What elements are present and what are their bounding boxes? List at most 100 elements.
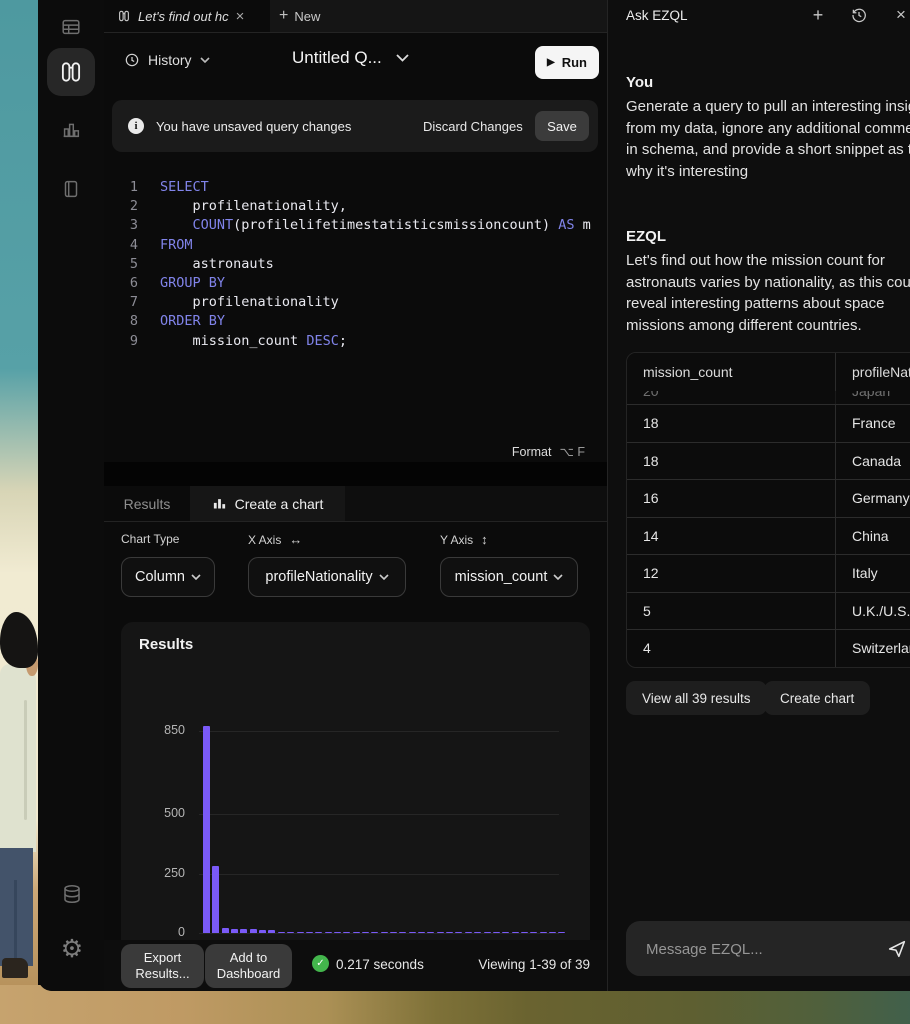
chart-bar [381,932,388,933]
create-chart-tab-label: Create a chart [235,496,324,512]
chart-bar [390,932,397,933]
chart-bar [231,929,238,933]
tab-create-a-chart[interactable]: Create a chart [190,486,345,521]
close-panel-icon[interactable]: × [892,6,910,24]
new-chat-icon[interactable]: + [809,6,827,24]
you-message-label: You [626,74,653,91]
chart-bar [287,932,294,933]
add-to-dashboard-button[interactable]: Add to Dashboard [205,944,292,988]
code-line: 5 astronauts [104,255,607,274]
close-tab-icon[interactable]: × [236,9,245,24]
format-shortcut: ⌥ F [559,444,585,459]
you-message-text: Generate a query to pull an interesting … [626,96,910,182]
person-shirt [0,664,36,852]
history-dropdown[interactable]: History [124,52,210,68]
table-row: 14China [627,517,910,555]
chart-type-select[interactable]: Column [121,557,215,597]
x-axis-select[interactable]: profileNationality [248,557,406,597]
chart-bar [278,932,285,933]
sql-editor[interactable]: 1SELECT2 profilenationality,3 COUNT(prof… [104,178,607,351]
y-axis-select[interactable]: mission_count [440,557,578,597]
status-bar: Export Results... Add to Dashboard ✓ 0.2… [104,940,607,991]
chat-history-icon[interactable] [850,6,868,24]
chart-bar [530,932,537,933]
chart-bar [446,932,453,933]
chart-bar [306,932,313,933]
view-all-results-button[interactable]: View all 39 results [626,681,767,715]
export-results-button[interactable]: Export Results... [121,944,204,988]
gridline [199,874,559,875]
person-hair [0,612,38,668]
app-window: ⚙ Let's find out hc × + New [38,0,910,991]
chart-bar [240,929,247,933]
panel-title: Ask EZQL [626,8,688,23]
bar-chart-icon[interactable] [60,118,82,140]
y-tick-label: 850 [141,723,185,737]
info-icon: i [128,118,144,134]
person-leg-gap [14,880,17,966]
chart-bar [371,932,378,933]
code-line: 6GROUP BY [104,274,607,293]
chart-bar [484,932,491,933]
person-arm [24,700,27,820]
table-header-row: mission_count profileNationality [627,353,910,391]
code-line: 1SELECT [104,178,607,197]
person-shoe [2,958,28,978]
tab-active-query[interactable]: Let's find out hc × [104,0,270,32]
new-tab-button[interactable]: + New [279,0,320,32]
chart-bar [493,932,500,933]
code-line: 8ORDER BY [104,312,607,331]
tab-results[interactable]: Results [104,486,190,521]
chart-bar [549,932,556,933]
chart-bar [325,932,332,933]
chart-bar [512,932,519,933]
editor-results-divider [104,462,607,486]
chart-bar [212,866,219,933]
binoculars-icon-active[interactable] [47,48,95,96]
chart-bar [409,932,416,933]
chart-bar [343,932,350,933]
format-label: Format [512,445,552,459]
chart-bar [418,932,425,933]
table-icon[interactable] [60,16,82,38]
unsaved-changes-banner: i You have unsaved query changes Discard… [112,100,598,152]
chart-bar [334,932,341,933]
tab-bar: Let's find out hc × + New [104,0,607,33]
tab-label: Let's find out hc [138,9,229,24]
chart-type-label: Chart Type [121,532,179,546]
run-button[interactable]: ▶ Run [535,46,599,79]
notebook-icon[interactable] [60,178,82,200]
database-icon[interactable] [60,882,82,904]
code-line: 4FROM [104,236,607,255]
screen: ⚙ Let's find out hc × + New [0,0,910,1024]
chart-bar [558,932,565,933]
chart-bar [399,932,406,933]
create-chart-button[interactable]: Create chart [764,681,870,715]
query-toolbar: History Untitled Q... ▶ Run [104,32,607,92]
query-duration: 0.217 seconds [336,957,424,972]
background-illustration-left [0,0,38,1024]
chart-bar [455,932,462,933]
message-input[interactable] [644,921,878,978]
chart-bar [297,932,304,933]
sidebar: ⚙ [38,0,105,991]
chart-bar [362,932,369,933]
chart-bar [427,932,434,933]
y-axis-label: Y Axis ↕ [440,532,488,547]
send-icon[interactable] [886,938,908,960]
gridline [199,814,559,815]
query-title-dropdown[interactable]: Untitled Q... [292,48,409,68]
discard-changes-button[interactable]: Discard Changes [423,119,523,134]
message-input-wrap [626,921,910,976]
save-button[interactable]: Save [535,111,589,141]
chevron-down-icon [191,574,201,580]
horizontal-arrow-icon: ↔ [289,532,302,547]
format-button[interactable]: Format ⌥ F [512,444,585,459]
plus-icon: + [279,7,288,25]
column-header: mission_count [627,364,835,380]
code-line: 3 COUNT(profilelifetimestatisticsmission… [104,216,607,235]
chart-bar [222,928,229,933]
chevron-down-icon [379,574,389,580]
chart-bar [437,932,444,933]
gear-icon[interactable]: ⚙ [58,936,86,962]
